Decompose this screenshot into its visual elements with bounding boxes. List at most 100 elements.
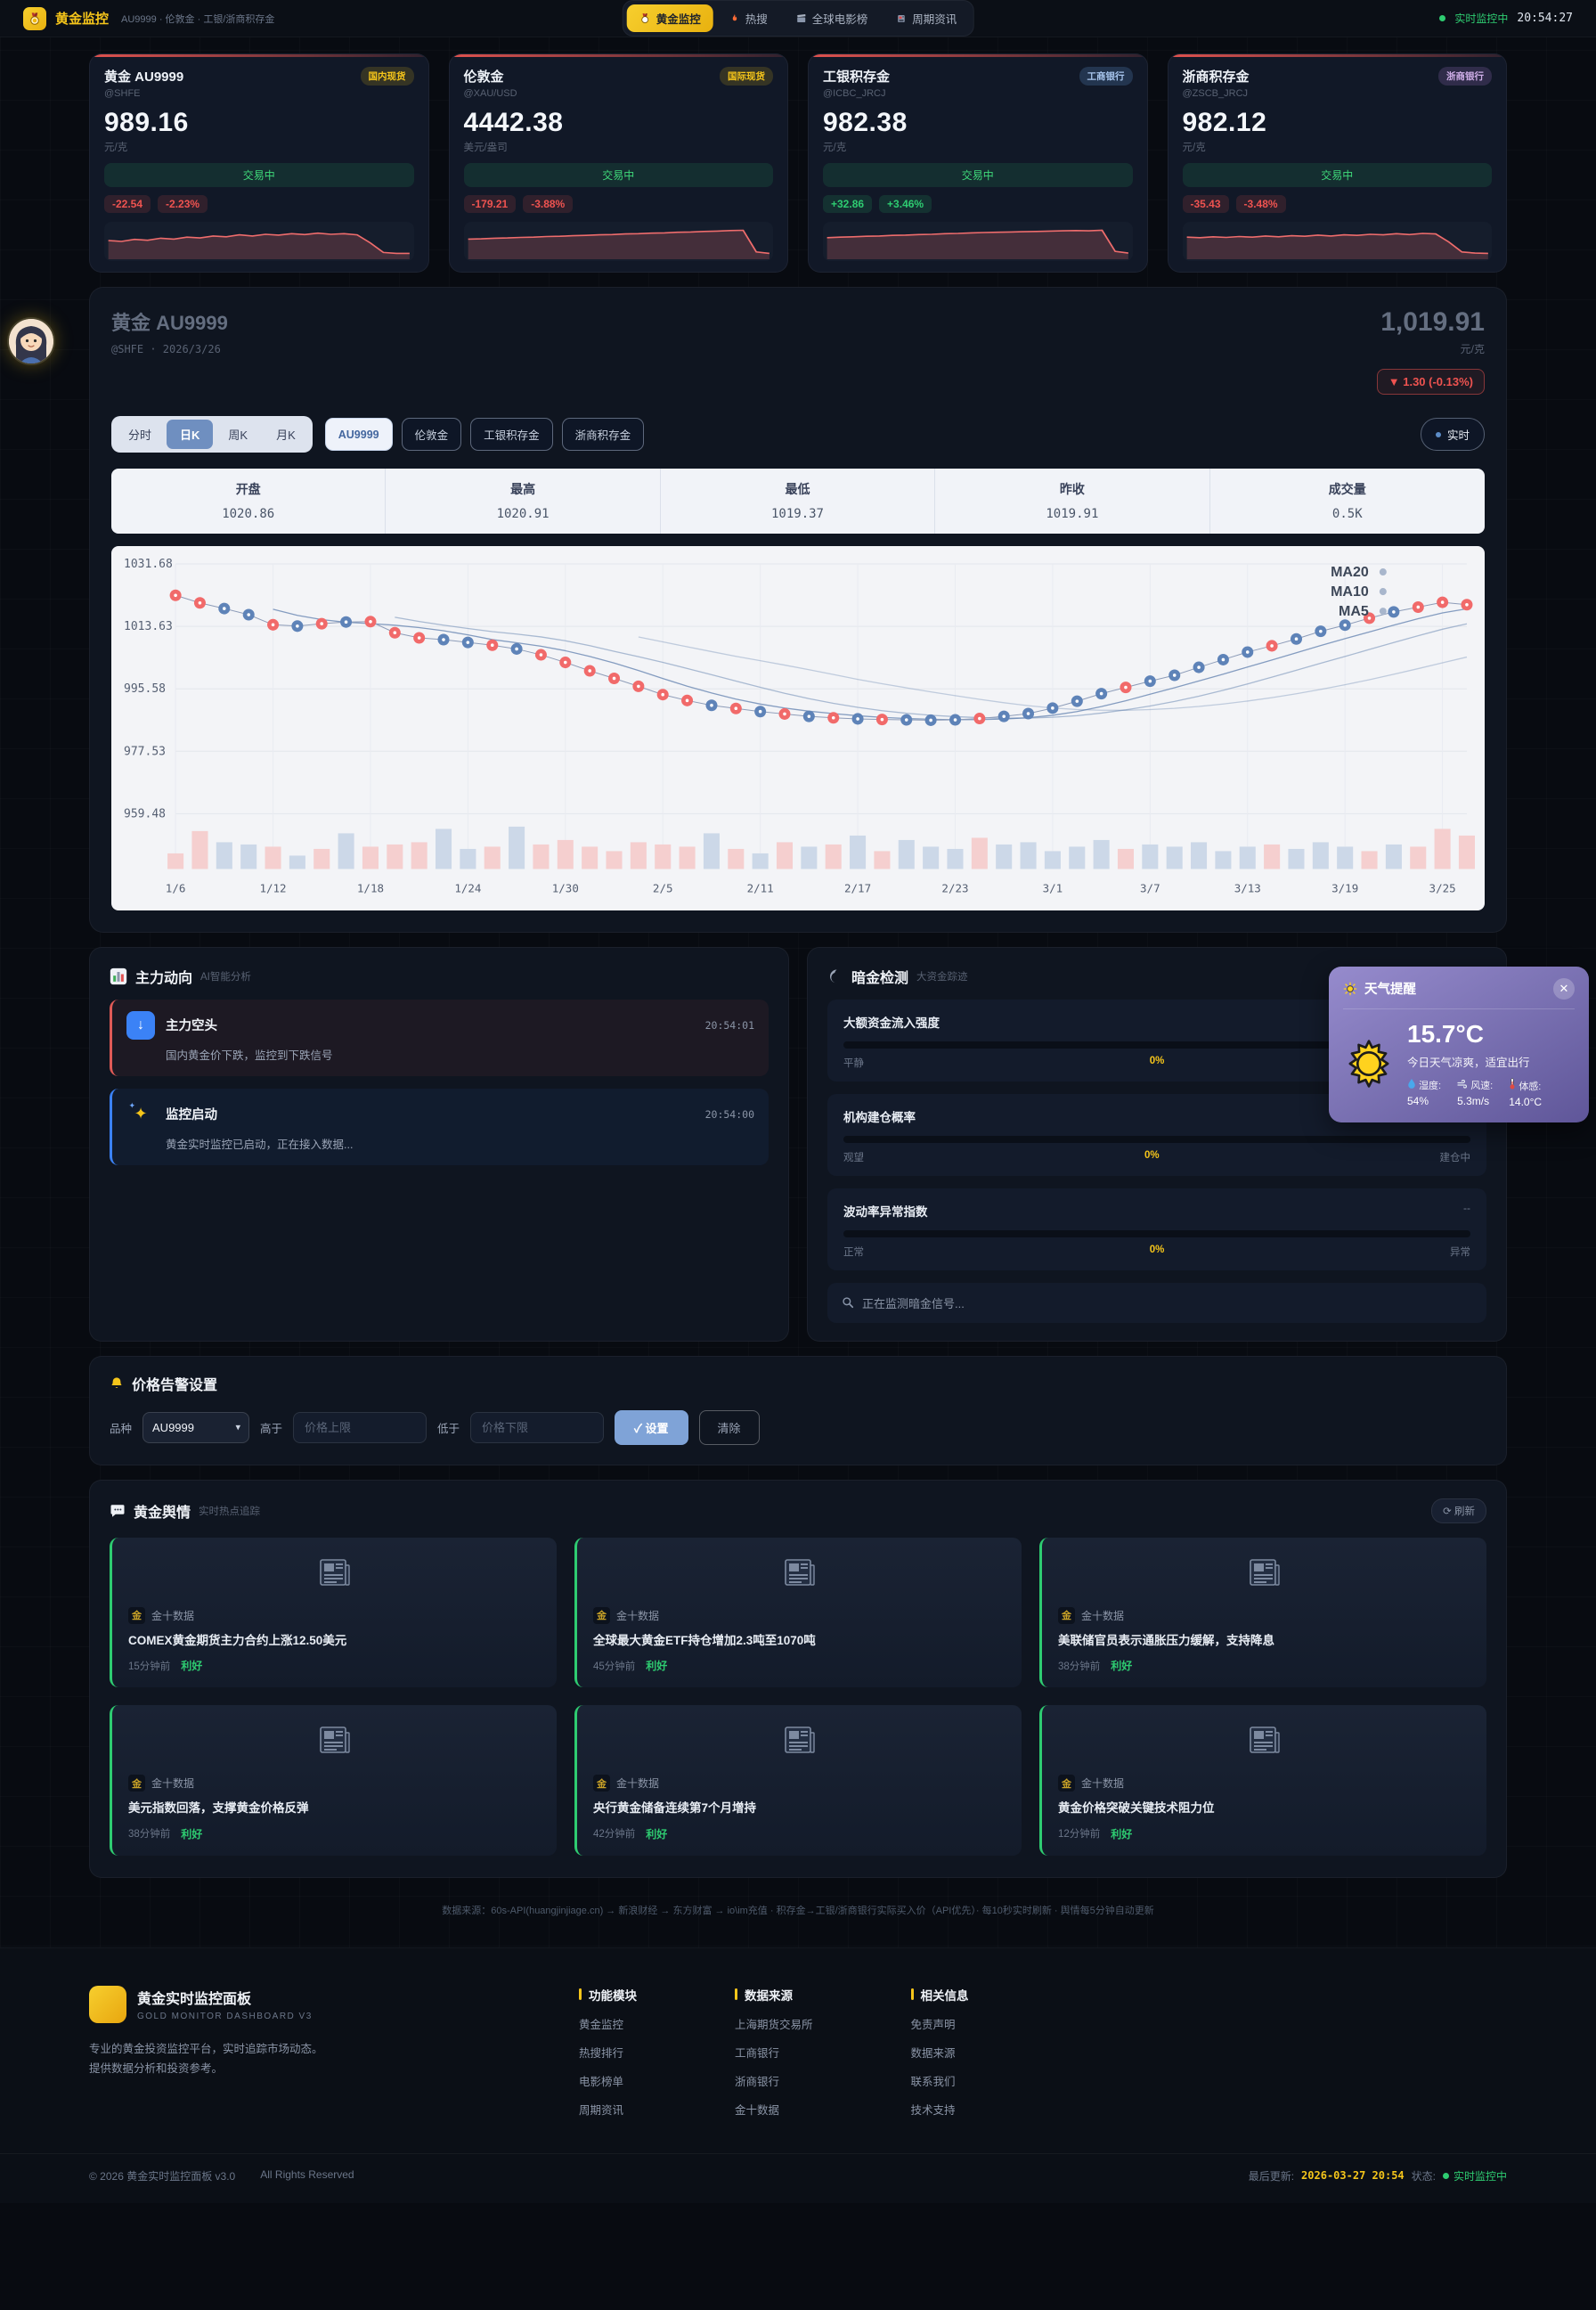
footer-link[interactable]: 金十数据	[735, 2101, 813, 2118]
footer-link[interactable]: 联系我们	[911, 2072, 969, 2089]
signal-item-bearish[interactable]: ↓ 主力空头 20:54:01 国内黄金价下跌，监控到下跌信号	[110, 1000, 769, 1076]
chart-symbol-title: 黄金 AU9999	[111, 307, 228, 336]
news-card[interactable]: 金金十数据 美元指数回落，支撑黄金价格反弹 38分钟前利好	[110, 1705, 557, 1856]
svg-text:1/12: 1/12	[259, 881, 286, 894]
ohlc-summary-table: 开盘1020.86 最高1020.91 最低1019.37 昨收1019.91 …	[111, 469, 1485, 534]
symbol-select[interactable]: AU9999	[142, 1412, 249, 1443]
quote-price: 982.38	[823, 108, 1133, 138]
live-status-dot-icon	[1439, 15, 1445, 21]
svg-text:3/25: 3/25	[1429, 881, 1456, 894]
ohlc-header: 昨收	[935, 480, 1209, 498]
quote-card-london-gold[interactable]: 伦敦金 @XAU/USD 国际现货 4442.38 美元/盎司 交易中 -179…	[449, 53, 789, 273]
market-badge: 国内现货	[361, 67, 414, 86]
change-value-badge: +32.86	[823, 195, 872, 213]
signal-item-start[interactable]: ✦ 监控启动 20:54:00 黄金实时监控已启动，正在接入数据...	[110, 1089, 769, 1165]
news-card[interactable]: 金金十数据 全球最大黄金ETF持仓增加2.3吨至1070吨 45分钟前利好	[574, 1538, 1022, 1688]
chevron-down-icon: AU9999	[142, 1412, 249, 1443]
tab-symbol-london[interactable]: 伦敦金	[402, 418, 462, 451]
quote-card-au9999[interactable]: 黄金 AU9999 @SHFE 国内现货 989.16 元/克 交易中 -22.…	[89, 53, 429, 273]
tab-symbol-zscb[interactable]: 浙商积存金	[562, 418, 645, 451]
tab-symbol-au9999[interactable]: AU9999	[325, 418, 393, 451]
change-percent-badge: -3.88%	[523, 195, 573, 213]
footer-link[interactable]: 技术支持	[911, 2101, 969, 2118]
news-card[interactable]: 金金十数据 COMEX黄金期货主力合约上涨12.50美元 15分钟前利好	[110, 1538, 557, 1688]
quote-card-zscb-gold[interactable]: 浙商积存金 @ZSCB_JRCJ 浙商银行 982.12 元/克 交易中 -35…	[1168, 53, 1508, 273]
quote-price: 982.12	[1183, 108, 1493, 138]
nav-tab-cycle-news[interactable]: 周期资讯	[884, 4, 969, 32]
sparkles-icon: ✦	[126, 1100, 155, 1129]
svg-text:3/13: 3/13	[1234, 881, 1261, 894]
panel-subtitle: AI智能分析	[200, 969, 251, 984]
news-card[interactable]: 金金十数据 黄金价格突破关键技术阻力位 12分钟前利好	[1039, 1705, 1486, 1856]
source-badge-icon: 金	[1058, 1607, 1075, 1624]
panel-title: 主力动向	[135, 966, 192, 987]
lower-price-input[interactable]	[470, 1412, 604, 1443]
market-badge: 国际现货	[720, 67, 773, 86]
tab-period-intraday[interactable]: 分时	[115, 420, 165, 449]
close-icon[interactable]: ✕	[1553, 978, 1575, 1000]
meter-track	[843, 1230, 1470, 1237]
svg-text:2/23: 2/23	[941, 881, 968, 894]
quote-unit: 元/克	[823, 140, 1133, 154]
newspaper-icon	[319, 1558, 351, 1587]
quote-card-icbc-gold[interactable]: 工银积存金 @ICBC_JRCJ 工商银行 982.38 元/克 交易中 +32…	[808, 53, 1148, 273]
footer-link[interactable]: 周期资讯	[579, 2101, 637, 2118]
sentiment-badge: 利好	[181, 1658, 202, 1673]
svg-text:977.53: 977.53	[124, 745, 166, 758]
news-card[interactable]: 金金十数据 央行黄金储备连续第7个月增持 42分钟前利好	[574, 1705, 1022, 1856]
change-value-badge: -179.21	[464, 195, 517, 213]
top-navigation-bar: 黄金监控 AU9999 · 伦敦金 · 工银/浙商积存金 黄金监控 热搜 全球电…	[0, 0, 1596, 37]
tab-period-monthly[interactable]: 月K	[263, 420, 309, 449]
clear-alert-button[interactable]: 清除	[699, 1410, 760, 1445]
svg-text:1/30: 1/30	[552, 881, 579, 894]
chart-price-unit: 元/克	[1377, 341, 1485, 356]
newspaper-icon	[1249, 1558, 1281, 1587]
footer-link[interactable]: 工商银行	[735, 2044, 813, 2061]
weather-description: 今日天气凉爽，适宜出行	[1407, 1053, 1542, 1070]
sentiment-badge: 利好	[1111, 1826, 1132, 1841]
nav-tab-gold-monitor[interactable]: 黄金监控	[627, 4, 713, 32]
svg-text:1013.63: 1013.63	[124, 620, 173, 633]
quote-title: 伦敦金	[464, 67, 517, 86]
footer-link[interactable]: 数据来源	[911, 2044, 969, 2061]
ohlc-value: 1019.91	[935, 507, 1209, 521]
monitor-status: 实时监控中 20:54:27	[1439, 11, 1573, 26]
sparkline-chart	[464, 222, 774, 261]
tab-period-daily[interactable]: 日K	[167, 420, 213, 449]
change-value-badge: -22.54	[104, 195, 151, 213]
sentiment-badge: 利好	[646, 1658, 667, 1673]
nav-tab-hot-search[interactable]: 热搜	[717, 4, 780, 32]
market-status-bar: 交易中	[464, 163, 774, 187]
footer-link[interactable]: 免责声明	[911, 2015, 969, 2032]
nav-tab-movie-ranking[interactable]: 全球电影榜	[784, 4, 881, 32]
chat-bubble-icon	[110, 1503, 126, 1519]
live-toggle-button[interactable]: 实时	[1421, 418, 1485, 451]
footer-link[interactable]: 热搜排行	[579, 2044, 637, 2061]
chart-symbol-sub: @SHFE · 2026/3/26	[111, 343, 228, 355]
set-alert-button[interactable]: ✓ 设置	[615, 1410, 688, 1445]
market-badge: 浙商银行	[1438, 67, 1492, 86]
news-card[interactable]: 金金十数据 美联储官员表示通胀压力缓解，支持降息 38分钟前利好	[1039, 1538, 1486, 1688]
price-alert-settings-panel: 价格告警设置 品种 AU9999 高于 低于 ✓ 设置 清除	[89, 1356, 1507, 1465]
candlestick-chart[interactable]: 1031.681013.63995.58977.53959.481/61/121…	[111, 546, 1485, 910]
change-percent-badge: +3.46%	[879, 195, 932, 213]
refresh-button[interactable]: ⟳ 刷新	[1431, 1498, 1486, 1523]
tab-period-weekly[interactable]: 周K	[215, 420, 261, 449]
footer-link[interactable]: 电影榜单	[579, 2072, 637, 2089]
search-icon	[842, 1296, 854, 1309]
footer-link[interactable]: 上海期货交易所	[735, 2015, 813, 2032]
above-label: 高于	[260, 1419, 282, 1436]
svg-text:959.48: 959.48	[124, 807, 166, 820]
source-badge-icon: 金	[128, 1775, 145, 1792]
flame-icon	[729, 12, 740, 24]
tab-symbol-icbc[interactable]: 工银积存金	[470, 418, 553, 451]
sun-small-icon	[1343, 982, 1357, 996]
ohlc-header: 最低	[661, 480, 934, 498]
panel-subtitle: 大资金踪迹	[916, 969, 968, 984]
footer-link[interactable]: 黄金监控	[579, 2015, 637, 2032]
footer-link[interactable]: 浙商银行	[735, 2072, 813, 2089]
news-grid: 金金十数据 COMEX黄金期货主力合约上涨12.50美元 15分钟前利好 金金十…	[110, 1538, 1486, 1856]
upper-price-input[interactable]	[293, 1412, 427, 1443]
avatar[interactable]	[9, 319, 53, 363]
main-nav: 黄金监控 热搜 全球电影榜 周期资讯	[623, 0, 974, 37]
